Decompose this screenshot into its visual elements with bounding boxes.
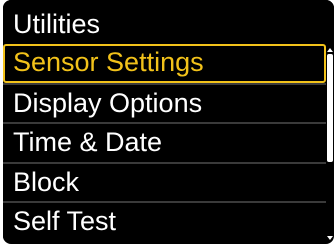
menu-item-label: Block xyxy=(13,167,80,197)
menu-item-block[interactable]: Block xyxy=(3,162,326,201)
menu-item-label: Sensor Settings xyxy=(13,47,204,77)
menu-item-display-options[interactable]: Display Options xyxy=(3,83,326,122)
device-screen: Utilities Sensor Settings Display Option… xyxy=(3,0,334,244)
scrollbar[interactable] xyxy=(327,48,333,240)
scrollbar-thumb[interactable] xyxy=(327,54,333,162)
menu-item-time-date[interactable]: Time & Date xyxy=(3,122,326,161)
menu-item-sensor-settings[interactable]: Sensor Settings xyxy=(3,44,326,83)
menu-item-label: Display Options xyxy=(13,88,203,118)
scroll-up-arrow-icon xyxy=(327,48,333,52)
title-bar: Utilities xyxy=(3,0,334,44)
scroll-down-arrow-icon xyxy=(327,236,333,240)
menu-item-label: Time & Date xyxy=(13,127,163,157)
screen-title: Utilities xyxy=(13,9,101,39)
menu-item-label: Self Test xyxy=(13,206,117,236)
menu-item-self-test[interactable]: Self Test xyxy=(3,201,326,240)
